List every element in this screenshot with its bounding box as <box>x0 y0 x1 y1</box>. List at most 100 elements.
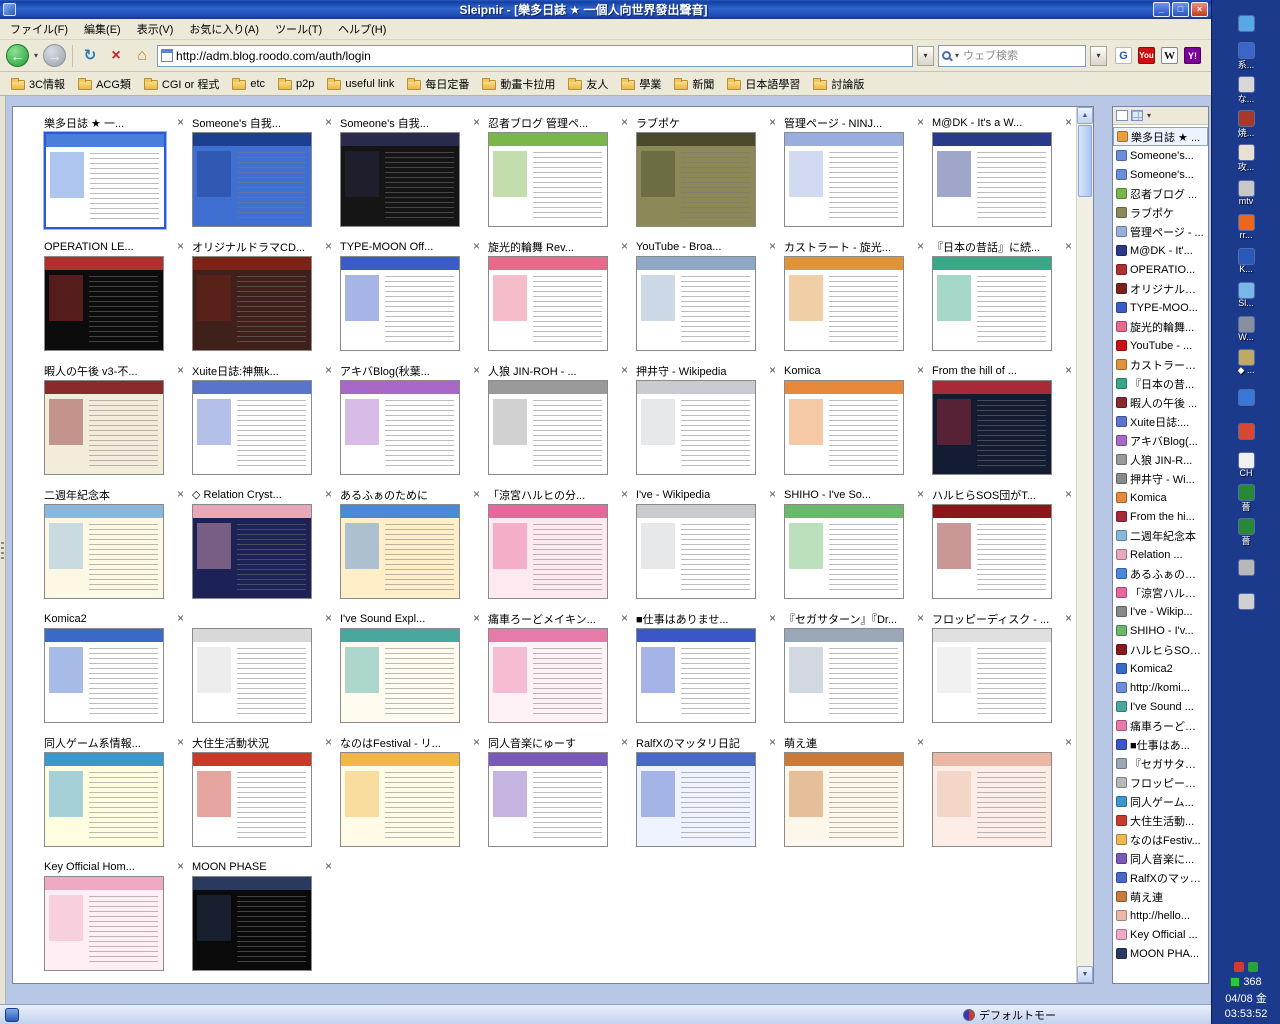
wikipedia-icon[interactable]: W <box>1161 47 1178 64</box>
tab-thumbnail[interactable]: 『セガサターン』『Dr... × <box>784 611 924 735</box>
thumbnail-image[interactable] <box>932 256 1052 351</box>
refresh-button[interactable]: ↻ <box>79 45 101 67</box>
sidebar-tab-item[interactable]: Someone's... <box>1113 165 1208 184</box>
close-tab-icon[interactable]: × <box>617 364 628 376</box>
tray-icon-red[interactable] <box>1233 962 1244 972</box>
sidebar-tab-item[interactable]: 押井守 - Wi... <box>1113 469 1208 488</box>
sidebar-tab-item[interactable]: ハルヒらSOS... <box>1113 640 1208 659</box>
close-tab-icon[interactable]: × <box>321 240 332 252</box>
sidebar-tab-item[interactable]: 大住生活動... <box>1113 811 1208 830</box>
tab-thumbnail[interactable]: Someone's 自我... × <box>192 115 332 239</box>
bookmark-folder[interactable]: useful link <box>321 76 400 92</box>
close-tab-icon[interactable]: × <box>1061 116 1072 128</box>
thumbnail-image[interactable] <box>192 380 312 475</box>
back-dropdown-icon[interactable]: ▾ <box>33 51 39 60</box>
bookmark-folder[interactable]: 討論版 <box>807 74 870 94</box>
sidebar-tab-item[interactable]: 暇人の午後 ... <box>1113 393 1208 412</box>
bookmark-folder[interactable]: 日本語學習 <box>721 74 806 94</box>
tab-thumbnail[interactable]: 「涼宮ハルヒの分... × <box>488 487 628 611</box>
thumbnail-image[interactable] <box>932 380 1052 475</box>
thumbnail-image[interactable] <box>340 752 460 847</box>
close-tab-icon[interactable]: × <box>469 612 480 624</box>
menu-item[interactable]: 表示(V) <box>129 18 182 40</box>
thumbnail-image[interactable] <box>488 132 608 227</box>
browser-mode-indicator[interactable]: デフォルトモー <box>963 1007 1056 1023</box>
tab-thumbnail[interactable]: 大住生活動状況 × <box>192 735 332 859</box>
sidebar-tab-item[interactable]: http://komi... <box>1113 678 1208 697</box>
thumbnail-image[interactable] <box>932 628 1052 723</box>
menu-item[interactable]: ヘルプ(H) <box>330 18 394 40</box>
tab-thumbnail[interactable]: 旋光的輪舞 Rev... × <box>488 239 628 363</box>
search-input[interactable] <box>963 49 1082 62</box>
close-tab-icon[interactable]: × <box>617 612 628 624</box>
desktop-icon[interactable]: な... <box>1214 74 1278 108</box>
thumbnail-image[interactable] <box>636 628 756 723</box>
search-dropdown-button[interactable]: ▾ <box>1090 45 1107 66</box>
bookmark-folder[interactable]: CGI or 程式 <box>138 74 225 94</box>
sidebar-tab-item[interactable]: SHIHO - I'v... <box>1113 621 1208 640</box>
sidebar-tab-item[interactable]: Xuite日誌:... <box>1113 412 1208 431</box>
thumbnail-image[interactable] <box>488 504 608 599</box>
sidebar-tab-item[interactable]: 二週年紀念本 <box>1113 526 1208 545</box>
close-tab-icon[interactable]: × <box>469 488 480 500</box>
sidebar-tab-item[interactable]: Relation ... <box>1113 545 1208 564</box>
bookmark-folder[interactable]: etc <box>226 76 271 92</box>
sidebar-tab-item[interactable]: I've Sound ... <box>1113 697 1208 716</box>
sidebar-tab-item[interactable]: OPERATIO... <box>1113 260 1208 279</box>
sidebar-tab-item[interactable]: 萌え連 <box>1113 887 1208 906</box>
tab-thumbnail[interactable]: 二週年紀念本 × <box>44 487 184 611</box>
bookmark-folder[interactable]: p2p <box>272 76 320 92</box>
tab-thumbnail[interactable]: From the hill of ... × <box>932 363 1072 487</box>
tab-thumbnail[interactable]: フロッピーディスク - ... × <box>932 611 1072 735</box>
tab-thumbnail[interactable]: OPERATION LE... × <box>44 239 184 363</box>
tab-thumbnail[interactable]: あるふぁのために × <box>340 487 480 611</box>
tab-thumbnail[interactable]: M@DK - It's a W... × <box>932 115 1072 239</box>
close-tab-icon[interactable]: × <box>765 240 776 252</box>
tab-thumbnail[interactable]: 萌え連 × <box>784 735 924 859</box>
desktop-icon[interactable]: 薔 <box>1214 482 1278 516</box>
tab-thumbnail[interactable]: ラブポケ × <box>636 115 776 239</box>
panel-splitter[interactable] <box>0 96 6 1004</box>
sidebar-tab-item[interactable]: あるふぁのため... <box>1113 564 1208 583</box>
close-tab-icon[interactable]: × <box>1061 488 1072 500</box>
thumbnail-image[interactable] <box>488 752 608 847</box>
tab-thumbnail[interactable]: I've Sound Expl... × <box>340 611 480 735</box>
close-tab-icon[interactable]: × <box>913 488 924 500</box>
close-tab-icon[interactable]: × <box>765 612 776 624</box>
thumbnail-image[interactable] <box>636 380 756 475</box>
thumbnail-image[interactable] <box>192 752 312 847</box>
thumbnail-image[interactable] <box>784 380 904 475</box>
tab-thumbnail[interactable]: 管理ページ - NINJ... × <box>784 115 924 239</box>
youtube-icon[interactable]: You <box>1138 47 1155 64</box>
sidebar-tab-item[interactable]: 同人音楽に... <box>1113 849 1208 868</box>
close-tab-icon[interactable]: × <box>617 116 628 128</box>
tab-thumbnail[interactable]: × <box>192 611 332 735</box>
yahoo-icon[interactable]: Y! <box>1184 47 1201 64</box>
thumbnail-image[interactable] <box>636 752 756 847</box>
sidebar-tab-item[interactable]: From the hi... <box>1113 507 1208 526</box>
sidebar-tab-item[interactable]: アキバBlog(... <box>1113 431 1208 450</box>
thumbnail-image[interactable] <box>636 504 756 599</box>
close-tab-icon[interactable]: × <box>913 736 924 748</box>
tab-thumbnail[interactable]: × <box>932 735 1072 859</box>
close-tab-icon[interactable]: × <box>1061 612 1072 624</box>
thumbnail-image[interactable] <box>43 131 167 230</box>
thumbnail-image[interactable] <box>636 256 756 351</box>
desktop-icon[interactable] <box>1214 380 1278 414</box>
close-tab-icon[interactable]: × <box>469 240 480 252</box>
close-tab-icon[interactable]: × <box>321 488 332 500</box>
desktop-icon[interactable]: mtv <box>1214 176 1278 210</box>
close-tab-icon[interactable]: × <box>765 488 776 500</box>
tab-thumbnail[interactable]: 樂多日誌 ★ 一... × <box>43 115 184 239</box>
thumbnail-image[interactable] <box>192 876 312 971</box>
thumbnail-image[interactable] <box>488 380 608 475</box>
thumbnail-image[interactable] <box>784 752 904 847</box>
thumbnail-image[interactable] <box>44 256 164 351</box>
sidebar-tab-item[interactable]: 管理ページ - ... <box>1113 222 1208 241</box>
thumbnail-image[interactable] <box>340 256 460 351</box>
thumbnail-image[interactable] <box>192 504 312 599</box>
close-tab-icon[interactable]: × <box>617 488 628 500</box>
tab-thumbnail[interactable]: YouTube - Broa... × <box>636 239 776 363</box>
close-tab-icon[interactable]: × <box>1061 364 1072 376</box>
close-tab-icon[interactable]: × <box>173 736 184 748</box>
